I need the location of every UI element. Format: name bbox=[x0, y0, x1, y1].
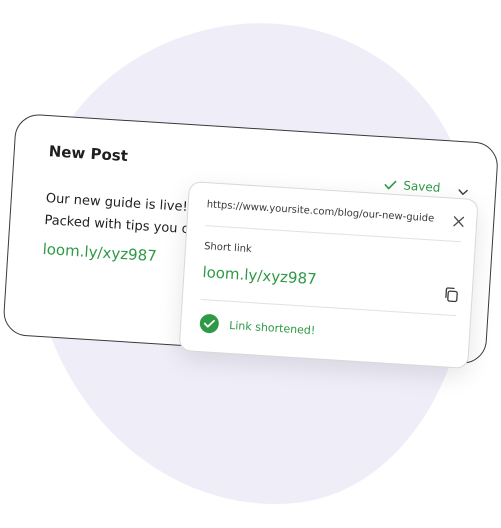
link-shortener-popover: https://www.yoursite.com/blog/our-new-gu… bbox=[178, 181, 479, 369]
divider bbox=[200, 299, 457, 317]
long-url: https://www.yoursite.com/blog/our-new-gu… bbox=[206, 199, 435, 225]
tilted-stage: New Post Saved Our new guide is live! Pa… bbox=[0, 0, 501, 523]
divider bbox=[205, 225, 461, 243]
post-body-text[interactable]: Our new guide is live! Packed with tips … bbox=[44, 188, 206, 242]
check-icon bbox=[384, 180, 397, 190]
confirmation-text: Link shortened! bbox=[228, 318, 316, 337]
short-link-label: Short link bbox=[203, 241, 253, 256]
close-icon[interactable] bbox=[453, 216, 465, 228]
check-circle-icon bbox=[199, 314, 219, 334]
post-editor-card: New Post Saved Our new guide is live! Pa… bbox=[2, 113, 500, 369]
shorten-confirmation: Link shortened! bbox=[199, 313, 316, 340]
saved-status: Saved bbox=[383, 177, 441, 195]
chevron-down-icon[interactable] bbox=[457, 186, 470, 199]
short-link-value[interactable]: loom.ly/xyz987 bbox=[202, 263, 317, 288]
copy-icon[interactable] bbox=[443, 286, 460, 303]
saved-label: Saved bbox=[402, 178, 441, 195]
post-title: New Post bbox=[48, 142, 129, 166]
post-short-link[interactable]: loom.ly/xyz987 bbox=[42, 240, 157, 265]
